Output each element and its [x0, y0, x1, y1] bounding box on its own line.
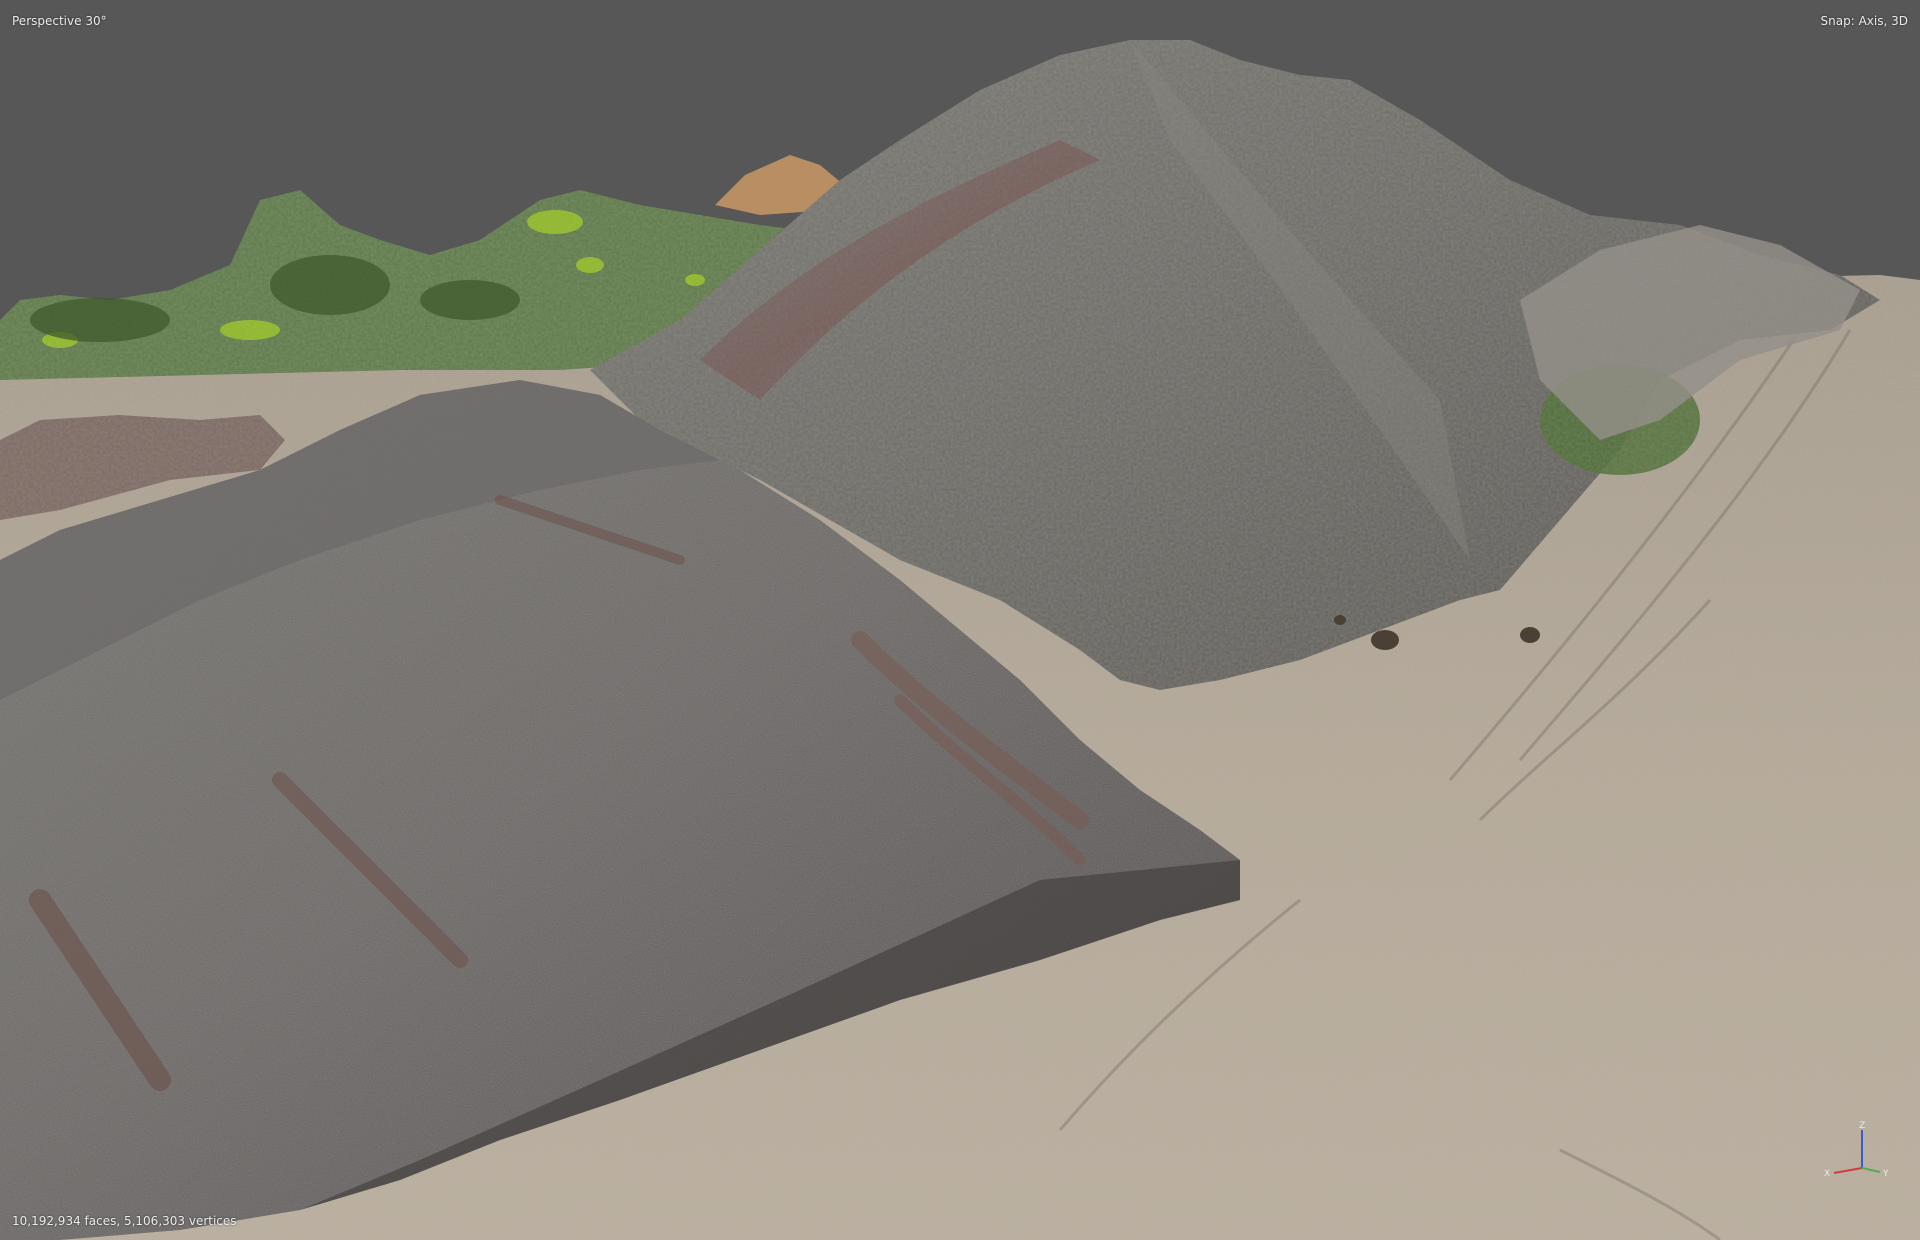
axis-z-label: Z: [1859, 1121, 1865, 1131]
3d-viewport[interactable]: Perspective 30° Snap: Axis, 3D 10,192,93…: [0, 0, 1920, 1240]
view-mode-label[interactable]: Perspective 30°: [12, 14, 107, 28]
axis-gizmo[interactable]: Z X Y: [1822, 1118, 1902, 1198]
mesh-stats-label: 10,192,934 faces, 5,106,303 vertices: [12, 1214, 237, 1228]
axis-x-label: X: [1824, 1169, 1830, 1179]
axis-y-line: [1861, 1167, 1881, 1173]
terrain-mesh-render[interactable]: [0, 0, 1920, 1240]
snap-status-label[interactable]: Snap: Axis, 3D: [1821, 14, 1908, 28]
axis-x-line: [1833, 1167, 1863, 1174]
axis-y-label: Y: [1882, 1169, 1889, 1179]
